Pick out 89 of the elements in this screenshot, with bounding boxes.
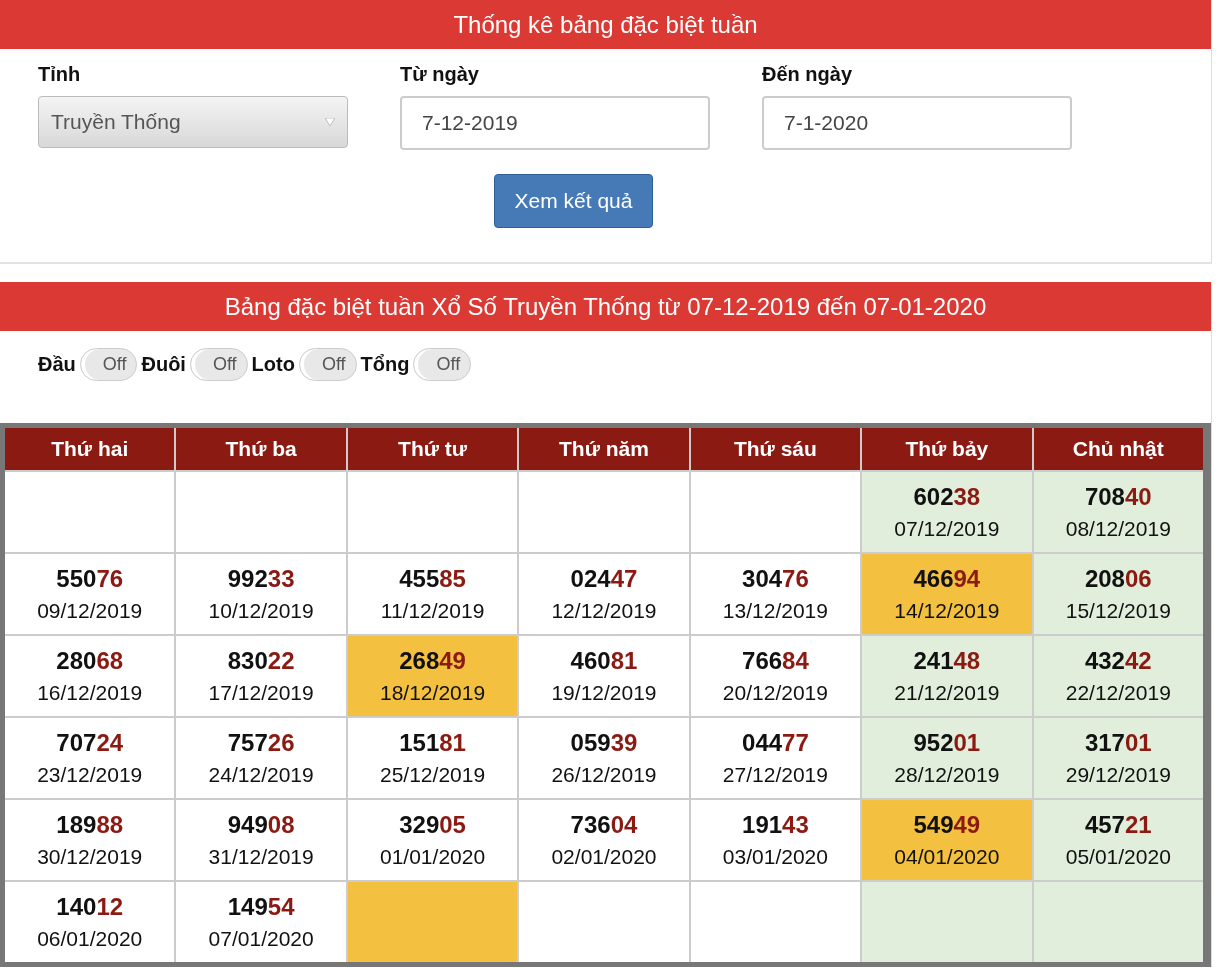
field-label: Đến ngày [762, 63, 854, 86]
draw-date: 16/12/2019 [37, 681, 143, 705]
lottery-number: 14954 [227, 893, 295, 921]
lottery-number: 94908 [227, 811, 295, 839]
draw-date: 08/12/2019 [1065, 517, 1171, 541]
draw-date: 20/12/2019 [722, 681, 828, 705]
toggle-switch[interactable]: Off [413, 347, 472, 381]
draw-date: 29/12/2019 [1065, 763, 1171, 787]
column-header: Thứ năm [519, 428, 689, 470]
lottery-number: 04477 [742, 729, 809, 757]
panel-title: Thống kê bảng đặc biệt tuần [0, 0, 1211, 49]
draw-date: 09/12/2019 [37, 599, 143, 623]
lottery-number: 20806 [1084, 565, 1152, 593]
lottery-number: 14012 [56, 893, 124, 921]
draw-date: 02/01/2020 [551, 845, 657, 869]
lottery-number: 60238 [913, 483, 981, 511]
draw-date: 30/12/2019 [37, 845, 143, 869]
lottery-number: 70840 [1084, 483, 1152, 511]
lottery-number: 45585 [399, 565, 466, 593]
draw-date: 27/12/2019 [722, 763, 828, 787]
draw-date: 18/12/2019 [380, 681, 486, 705]
panel-title: Bảng đặc biệt tuần Xổ Số Truyền Thống từ 07-12-2019 đến 07-01-2020 [0, 282, 1211, 331]
lottery-number: 31701 [1084, 729, 1152, 757]
column-header: Thứ tư [347, 428, 518, 470]
draw-date: 04/01/2020 [894, 845, 1000, 869]
lottery-number: 19143 [742, 811, 809, 839]
draw-date: 05/01/2020 [1065, 845, 1171, 869]
lottery-number: 46694 [913, 565, 981, 593]
draw-date: 15/12/2019 [1065, 599, 1171, 623]
toggle-label: Đuôi [141, 352, 186, 376]
lottery-number: 15181 [399, 729, 466, 757]
column-header: Thứ hai [5, 428, 175, 470]
draw-date: 21/12/2019 [894, 681, 1000, 705]
draw-date: 13/12/2019 [722, 599, 828, 623]
submit-button[interactable]: Xem kết quả [493, 174, 654, 228]
column-header: Chủ nhật [1033, 428, 1203, 470]
column-header: Thứ sáu [690, 428, 861, 470]
lottery-number: 45721 [1084, 811, 1152, 839]
lottery-number: 18988 [56, 811, 124, 839]
draw-date: 10/12/2019 [208, 599, 314, 623]
lottery-number: 70724 [56, 729, 124, 757]
toggle-switch[interactable]: Off [79, 347, 138, 381]
toggle-label: Đầu [38, 352, 76, 376]
draw-date: 19/12/2019 [551, 681, 657, 705]
lottery-number: 73604 [570, 811, 638, 839]
draw-date: 11/12/2019 [380, 599, 485, 623]
draw-date: 01/01/2020 [380, 845, 486, 869]
lottery-number: 46081 [570, 647, 638, 675]
draw-date: 07/12/2019 [894, 517, 1000, 541]
draw-date: 03/01/2020 [722, 845, 828, 869]
toggle-switch[interactable]: Off [189, 347, 248, 381]
lottery-number: 95201 [913, 729, 981, 757]
draw-date: 25/12/2019 [380, 763, 486, 787]
draw-date: 07/01/2020 [208, 927, 314, 951]
column-header: Thứ ba [176, 428, 346, 470]
province-select[interactable]: Truyền Thống [38, 96, 348, 148]
draw-date: 31/12/2019 [208, 845, 314, 869]
draw-date: 12/12/2019 [551, 599, 657, 623]
draw-date: 14/12/2019 [894, 599, 1000, 623]
date-field[interactable]: 7-1-2020 [762, 96, 1072, 150]
draw-date: 28/12/2019 [894, 763, 1000, 787]
toggle-label: Tổng [360, 352, 410, 376]
lottery-number: 99233 [227, 565, 295, 593]
toggle-switch[interactable]: Off [298, 347, 357, 381]
caret-icon [325, 118, 335, 126]
column-header: Thứ bảy [862, 428, 1032, 470]
lottery-number: 55076 [56, 565, 124, 593]
draw-date: 23/12/2019 [37, 763, 143, 787]
lottery-number: 02447 [570, 565, 638, 593]
lottery-number: 24148 [913, 647, 981, 675]
field-label: Tỉnh [38, 63, 82, 86]
draw-date: 06/01/2020 [37, 927, 143, 951]
lottery-number: 75726 [227, 729, 295, 757]
date-field[interactable]: 7-12-2019 [400, 96, 710, 150]
field-label: Từ ngày [400, 63, 480, 86]
lottery-number: 83022 [227, 647, 295, 675]
lottery-number: 30476 [742, 565, 809, 593]
toggle-label: Loto [251, 352, 295, 376]
lottery-number: 54949 [913, 811, 981, 839]
lottery-number: 28068 [56, 647, 124, 675]
lottery-number: 26849 [399, 647, 466, 675]
draw-date: 22/12/2019 [1065, 681, 1171, 705]
lottery-number: 32905 [399, 811, 466, 839]
lottery-number: 76684 [742, 647, 809, 675]
lottery-number: 43242 [1084, 647, 1152, 675]
draw-date: 24/12/2019 [208, 763, 314, 787]
draw-date: 26/12/2019 [551, 763, 657, 787]
draw-date: 17/12/2019 [208, 681, 314, 705]
lottery-number: 05939 [570, 729, 638, 757]
